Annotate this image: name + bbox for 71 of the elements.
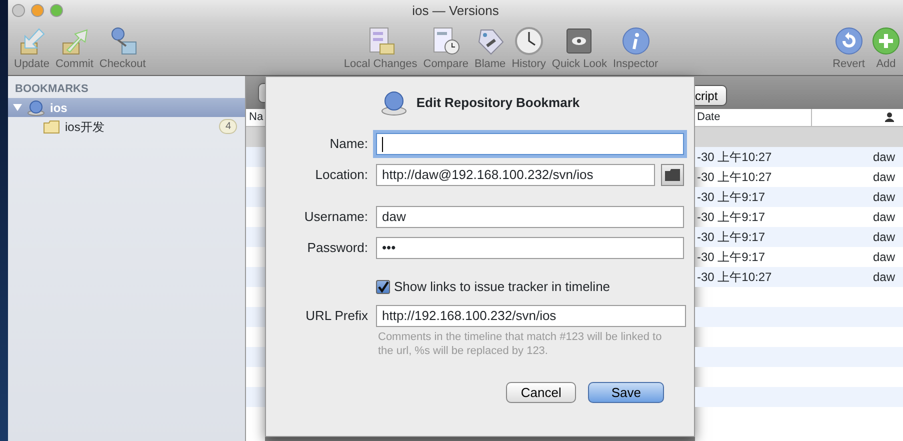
table-row[interactable] bbox=[246, 147, 265, 167]
table-cell-text: -30 上午9:17 bbox=[696, 229, 766, 246]
table-cell-text: daw bbox=[872, 249, 896, 266]
table-cell-text: daw bbox=[872, 149, 896, 166]
segment-button-edge[interactable] bbox=[258, 82, 265, 102]
column-header: Date bbox=[695, 109, 812, 126]
document-clock-icon bbox=[430, 26, 461, 56]
browse-button[interactable] bbox=[661, 164, 684, 186]
table-row[interactable] bbox=[695, 307, 903, 327]
text-cursor bbox=[382, 136, 383, 152]
folder-icon bbox=[43, 120, 60, 134]
table-row[interactable] bbox=[695, 387, 903, 407]
table-cell-text: -30 上午10:27 bbox=[696, 269, 773, 286]
column-header: Na bbox=[248, 110, 264, 126]
clock-icon bbox=[514, 26, 544, 56]
input-field[interactable]: daw bbox=[376, 206, 684, 228]
table-cell-text: -30 上午10:27 bbox=[696, 169, 773, 186]
checkbox-label: Show links to issue tracker in timeline bbox=[394, 278, 610, 296]
table-cell-text: -30 上午9:17 bbox=[696, 189, 766, 206]
add-icon bbox=[871, 26, 901, 56]
sidebar-item[interactable]: ios开发 4 bbox=[8, 117, 245, 136]
table-row[interactable] bbox=[695, 127, 903, 147]
revert-icon bbox=[834, 26, 864, 56]
eye-icon bbox=[564, 26, 594, 56]
password-field[interactable]: ••• bbox=[376, 237, 684, 259]
save-button[interactable]: Save bbox=[588, 382, 664, 402]
count-badge: 4 bbox=[219, 119, 237, 134]
repository-icon bbox=[27, 100, 45, 116]
table-row[interactable]: -30 上午9:17 daw bbox=[695, 227, 903, 247]
checkbox[interactable] bbox=[376, 280, 390, 294]
sidebar-header: BOOKMARKS bbox=[14, 82, 90, 97]
table-row[interactable]: -30 上午9:17 daw bbox=[695, 187, 903, 207]
table-cell-text: daw bbox=[872, 269, 896, 286]
table-cell-text: -30 上午9:17 bbox=[696, 209, 766, 226]
field-label: Name: bbox=[328, 135, 368, 154]
field-label: Location: bbox=[314, 166, 368, 184]
table-cell-text: daw bbox=[872, 209, 896, 226]
field-label: Username: bbox=[303, 208, 368, 226]
table-row[interactable] bbox=[246, 267, 265, 287]
folder-icon bbox=[665, 169, 680, 181]
zoom-button[interactable] bbox=[50, 4, 63, 17]
table-row[interactable] bbox=[246, 307, 265, 327]
table-row[interactable] bbox=[246, 187, 265, 207]
segment-button[interactable]: cript bbox=[695, 85, 727, 106]
window-title: ios — Versions bbox=[412, 2, 499, 20]
minimize-button[interactable] bbox=[31, 4, 44, 17]
field-label: Password: bbox=[306, 239, 368, 258]
table-row[interactable] bbox=[246, 347, 265, 367]
field-label: URL Prefix bbox=[304, 306, 368, 325]
checkmark-icon bbox=[377, 280, 389, 293]
input-field[interactable]: http://daw@192.168.100.232/svn/ios bbox=[376, 164, 655, 186]
cancel-button[interactable]: Cancel bbox=[506, 382, 576, 402]
table-row[interactable] bbox=[246, 227, 265, 247]
input-field[interactable]: http://192.168.100.232/svn/ios bbox=[376, 304, 686, 326]
table-row[interactable]: -30 上午10:27 daw bbox=[695, 147, 903, 167]
close-button[interactable] bbox=[12, 4, 25, 17]
table-row[interactable] bbox=[695, 347, 903, 367]
table-cell-text: daw bbox=[872, 189, 896, 206]
table-row[interactable] bbox=[246, 127, 265, 147]
table-row[interactable]: -30 上午10:27 daw bbox=[695, 267, 903, 287]
table-cell-text: -30 上午9:17 bbox=[696, 249, 766, 266]
table-cell-text: daw bbox=[872, 229, 896, 246]
table-row[interactable] bbox=[246, 387, 265, 407]
repository-icon bbox=[380, 89, 408, 117]
table-cell-text: daw bbox=[872, 169, 896, 186]
dialog-title: Edit Repository Bookmark bbox=[416, 94, 580, 112]
info-icon bbox=[620, 26, 651, 56]
person-icon bbox=[884, 112, 895, 123]
table-cell-text: -30 上午10:27 bbox=[696, 149, 773, 166]
help-text: Comments in the timeline that match #123 will be linked to the url, %s will be replaced by 123. bbox=[377, 330, 663, 358]
input-field[interactable] bbox=[376, 133, 684, 155]
